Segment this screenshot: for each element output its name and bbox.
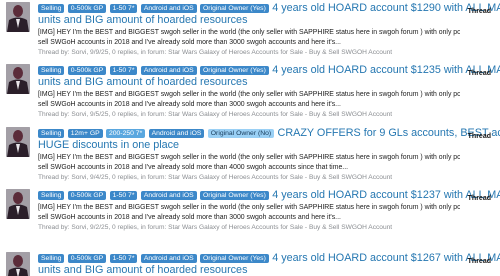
prefix-tag[interactable]: Original Owner (No) bbox=[207, 129, 275, 138]
snippet-line: [IMG] HEY I'm the BEST and BIGGEST swgoh… bbox=[38, 91, 460, 98]
thread-content: Selling 0-500k GP 1-50 7* Android and iO… bbox=[38, 64, 500, 119]
thread-snippet: [IMG] HEY I'm the BEST and BIGGEST swgoh… bbox=[38, 203, 460, 222]
prefix-tag[interactable]: Original Owner (Yes) bbox=[200, 66, 269, 75]
avatar-icon bbox=[6, 252, 30, 276]
content-type-label: Thread bbox=[467, 258, 491, 265]
user-avatar[interactable] bbox=[6, 127, 30, 157]
thread-title-link-continued[interactable]: units and BIG amount of hoarded resource… bbox=[38, 76, 460, 88]
prefix-tag[interactable]: Selling bbox=[38, 66, 65, 75]
thread-title-link[interactable]: 4 years old HOARD account $1290 with ALL… bbox=[272, 2, 500, 14]
prefix-tag[interactable]: Selling bbox=[38, 254, 65, 263]
thread-title-link[interactable]: 4 years old HOARD account $1235 with ALL… bbox=[272, 64, 500, 76]
prefix-tag[interactable]: 0-500k GP bbox=[67, 4, 107, 13]
prefix-tag[interactable]: Selling bbox=[38, 129, 65, 138]
content-type-label: Thread bbox=[467, 8, 491, 15]
thread-meta: Thread by: Sorvi, 9/5/25, 0 replies, in … bbox=[38, 111, 393, 118]
user-avatar[interactable] bbox=[6, 189, 30, 219]
prefix-tag[interactable]: 1-50 7* bbox=[109, 66, 138, 75]
thread-content: Selling 0-500k GP 1-50 7* Android and iO… bbox=[38, 189, 500, 232]
thread-content: Selling 12m+ GP 200-250 7* Android and i… bbox=[38, 127, 500, 182]
prefix-tag[interactable]: Original Owner (Yes) bbox=[200, 4, 269, 13]
thread-title-link-continued[interactable]: units and BIG amount of hoarded resource… bbox=[38, 264, 460, 276]
thread-title-link[interactable]: CRAZY OFFERS for 9 GLs accounts, BEST ac… bbox=[278, 127, 500, 139]
content-type-label: Thread bbox=[467, 195, 491, 202]
thread-meta: Thread by: Sorvi, 9/2/25, 0 replies, in … bbox=[38, 224, 393, 231]
avatar-icon bbox=[6, 189, 30, 219]
content-type-label: Thread bbox=[467, 133, 491, 140]
thread-list: Selling 0-500k GP 1-50 7* Android and iO… bbox=[0, 0, 500, 276]
thread-meta: Thread by: Sorvi, 9/9/25, 0 replies, in … bbox=[38, 49, 393, 56]
user-avatar[interactable] bbox=[6, 2, 30, 32]
thread-title-line: Selling 12m+ GP 200-250 7* Android and i… bbox=[38, 127, 500, 139]
thread-title-link-continued[interactable]: units and BIG amount of hoarded resource… bbox=[38, 14, 460, 26]
prefix-tag[interactable]: Android and iOS bbox=[140, 4, 197, 13]
snippet-line: sell SWGoH accounts in 2018 and I've alr… bbox=[38, 213, 341, 221]
prefix-tag[interactable]: Selling bbox=[38, 191, 65, 200]
snippet-line: sell SWGoH accounts in 2018 and I've alr… bbox=[38, 100, 341, 108]
thread-title-line: Selling 0-500k GP 1-50 7* Android and iO… bbox=[38, 64, 500, 76]
thread-title-link[interactable]: 4 years old HOARD account $1267 with ALL… bbox=[272, 252, 500, 264]
avatar-icon bbox=[6, 127, 30, 157]
avatar-icon bbox=[6, 2, 30, 32]
thread-content: Selling 0-500k GP 1-50 7* Android and iO… bbox=[38, 252, 500, 276]
prefix-tag[interactable]: Original Owner (Yes) bbox=[200, 254, 269, 263]
snippet-line: [IMG] HEY I'm the BEST and BIGGEST swgoh… bbox=[38, 204, 460, 211]
thread-meta: Thread by: Sorvi, 9/4/25, 0 replies, in … bbox=[38, 174, 393, 181]
prefix-tag[interactable]: Android and iOS bbox=[140, 191, 197, 200]
prefix-tag[interactable]: Android and iOS bbox=[140, 66, 197, 75]
thread-snippet: [IMG] HEY I'm the BEST and BIGGEST swgoh… bbox=[38, 28, 460, 47]
snippet-line: sell SWGoH accounts in 2018 and I've alr… bbox=[38, 163, 349, 171]
prefix-tag[interactable]: 0-500k GP bbox=[67, 254, 107, 263]
prefix-tag[interactable]: 0-500k GP bbox=[67, 191, 107, 200]
prefix-tag[interactable]: 1-50 7* bbox=[109, 191, 138, 200]
prefix-tag[interactable]: Android and iOS bbox=[140, 254, 197, 263]
prefix-tag[interactable]: 1-50 7* bbox=[109, 4, 138, 13]
prefix-tag[interactable]: Original Owner (Yes) bbox=[200, 191, 269, 200]
user-avatar[interactable] bbox=[6, 252, 30, 276]
prefix-tag[interactable]: 1-50 7* bbox=[109, 254, 138, 263]
thread-snippet: [IMG] HEY I'm the BEST and BIGGEST swgoh… bbox=[38, 90, 460, 109]
thread-title-link-continued[interactable]: HUGE discounts in one place bbox=[38, 139, 460, 151]
snippet-line: sell SWGoH accounts in 2018 and I've alr… bbox=[38, 38, 341, 46]
thread-snippet: [IMG] HEY I'm the BEST and BIGGEST swgoh… bbox=[38, 153, 460, 172]
snippet-line: [IMG] HEY I'm the BEST and BIGGEST swgoh… bbox=[38, 29, 460, 36]
snippet-line: [IMG] HEY I'm the BEST and BIGGEST swgoh… bbox=[38, 154, 460, 161]
prefix-tag[interactable]: 12m+ GP bbox=[67, 129, 103, 138]
user-avatar[interactable] bbox=[6, 64, 30, 94]
thread-title-line: Selling 0-500k GP 1-50 7* Android and iO… bbox=[38, 252, 500, 264]
prefix-tag[interactable]: Android and iOS bbox=[148, 129, 205, 138]
avatar-icon bbox=[6, 64, 30, 94]
prefix-tag[interactable]: 200-250 7* bbox=[105, 129, 146, 138]
prefix-tag[interactable]: Selling bbox=[38, 4, 65, 13]
thread-title-link[interactable]: 4 years old HOARD account $1237 with ALL… bbox=[272, 189, 500, 201]
thread-content: Selling 0-500k GP 1-50 7* Android and iO… bbox=[38, 2, 500, 57]
thread-title-line: Selling 0-500k GP 1-50 7* Android and iO… bbox=[38, 2, 500, 14]
prefix-tag[interactable]: 0-500k GP bbox=[67, 66, 107, 75]
content-type-label: Thread bbox=[467, 70, 491, 77]
thread-title-line: Selling 0-500k GP 1-50 7* Android and iO… bbox=[38, 189, 500, 201]
